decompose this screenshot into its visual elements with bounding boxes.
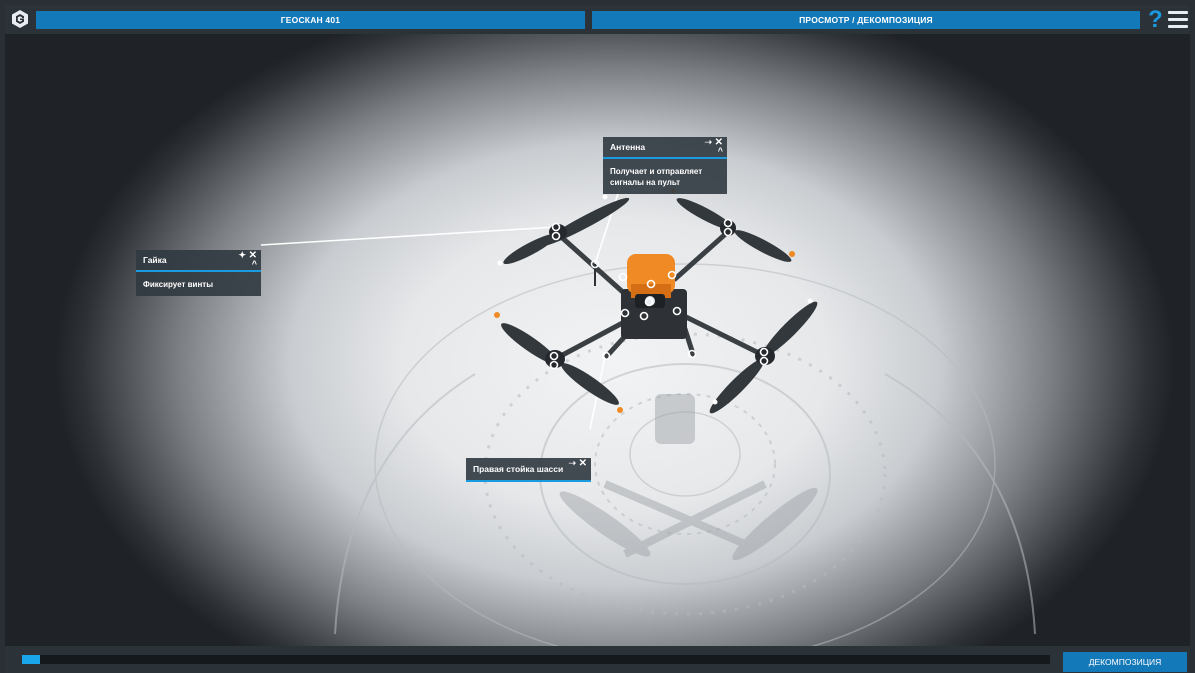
decompose-button[interactable]: ДЕКОМПОЗИЦИЯ: [1063, 652, 1187, 672]
chevron-up-icon[interactable]: ^: [718, 146, 723, 156]
panel-title: Правая стойка шасси: [473, 464, 564, 474]
drone-scene[interactable]: [5, 34, 1190, 646]
slider-thumb[interactable]: [22, 655, 40, 664]
decomposition-slider[interactable]: [22, 655, 1050, 664]
mode-title[interactable]: ПРОСМОТР / ДЕКОМПОЗИЦИЯ: [592, 11, 1140, 29]
drone-shadow: [559, 394, 818, 561]
pin-icon[interactable]: ➝: [705, 137, 713, 147]
geoscan-logo-icon[interactable]: [10, 9, 30, 29]
close-icon[interactable]: ✕: [579, 458, 587, 469]
info-panel-antenna: Антенна ➝ ✕ ^ Получает и отправляет сигн…: [603, 137, 727, 194]
top-bar: ГЕОСКАН 401 ПРОСМОТР / ДЕКОМПОЗИЦИЯ ?: [5, 5, 1190, 34]
callout-lines: [260, 165, 628, 430]
chevron-up-icon[interactable]: ^: [252, 259, 257, 269]
info-panel-landing-leg: Правая стойка шасси ➝ ✕: [466, 458, 591, 482]
panel-title: Гайка: [143, 255, 167, 265]
pin-icon[interactable]: ✦: [239, 250, 247, 260]
model-title[interactable]: ГЕОСКАН 401: [36, 11, 585, 29]
info-panel-nut: Гайка ✦ ✕ ^ Фиксирует винты: [136, 250, 261, 296]
question-mark-icon[interactable]: ?: [1148, 7, 1163, 33]
model-viewport[interactable]: Антенна ➝ ✕ ^ Получает и отправляет сигн…: [5, 34, 1190, 646]
hamburger-menu-icon[interactable]: [1168, 11, 1188, 29]
panel-description: Фиксирует винты: [143, 280, 214, 289]
drone-body: [621, 254, 687, 339]
app-window: ГЕОСКАН 401 ПРОСМОТР / ДЕКОМПОЗИЦИЯ ? Ан…: [5, 5, 1190, 673]
bottom-bar: ДЕКОМПОЗИЦИЯ: [5, 646, 1190, 673]
panel-description: Получает и отправляет сигналы на пульт: [610, 167, 703, 187]
pin-icon[interactable]: ➝: [569, 458, 577, 468]
panel-title: Антенна: [610, 142, 646, 152]
